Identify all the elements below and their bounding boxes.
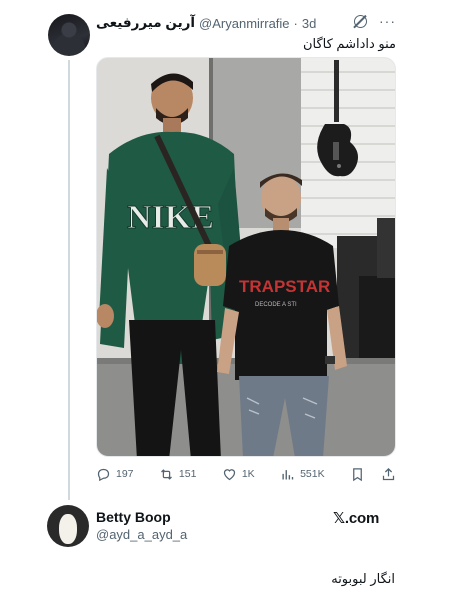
- tweet-photo[interactable]: NIKE TRAPSTAR DECODE A STI: [96, 57, 396, 457]
- reply-author-handle[interactable]: @ayd_a_ayd_a: [96, 527, 187, 542]
- reply-avatar[interactable]: [47, 505, 89, 547]
- reply-author-name[interactable]: Betty Boop: [96, 509, 171, 525]
- tweet-actions: 197 151 1K 551K: [96, 465, 396, 483]
- views-count: 551K: [300, 468, 325, 480]
- reply-text: انگار لبوبوته: [331, 571, 395, 586]
- shirt-text-sub: DECODE A STI: [255, 302, 297, 308]
- like-button[interactable]: 1K: [222, 467, 255, 482]
- share-icon[interactable]: [381, 467, 396, 482]
- grok-icon[interactable]: [354, 14, 367, 28]
- bookmark-icon[interactable]: [350, 467, 365, 482]
- author-handle[interactable]: @Aryanmirrafie: [199, 16, 290, 31]
- reply-button[interactable]: 197: [96, 467, 134, 482]
- like-count: 1K: [241, 468, 255, 480]
- thread-line: [68, 60, 70, 500]
- repost-icon: [160, 468, 172, 480]
- author-avatar[interactable]: [48, 14, 90, 56]
- views-icon: [282, 469, 294, 479]
- tweet-header: آرین میررفیعی @Aryanmirrafie · 3d ···: [96, 14, 396, 32]
- repost-button[interactable]: 151: [159, 467, 197, 482]
- x-com-logo: 𝕏.com: [333, 510, 380, 527]
- header-icons: ···: [354, 14, 396, 28]
- tweet-time[interactable]: 3d: [302, 16, 316, 31]
- repost-count: 151: [178, 468, 197, 480]
- like-icon: [223, 468, 235, 480]
- shirt-text-trapstar: TRAPSTAR: [239, 277, 330, 296]
- reply-icon: [97, 468, 110, 481]
- tweet-text: منو داداشم کاگان: [302, 36, 396, 51]
- photo-illustration: NIKE TRAPSTAR DECODE A STI: [97, 58, 395, 456]
- separator-dot: ·: [293, 15, 298, 31]
- page: آرین میررفیعی @Aryanmirrafie · 3d ··· من…: [0, 0, 450, 600]
- actions-right: [350, 467, 396, 482]
- more-icon[interactable]: ···: [379, 14, 396, 28]
- author-name[interactable]: آرین میررفیعی: [96, 15, 195, 31]
- reply-count: 197: [116, 468, 134, 480]
- views-button[interactable]: 551K: [280, 467, 325, 482]
